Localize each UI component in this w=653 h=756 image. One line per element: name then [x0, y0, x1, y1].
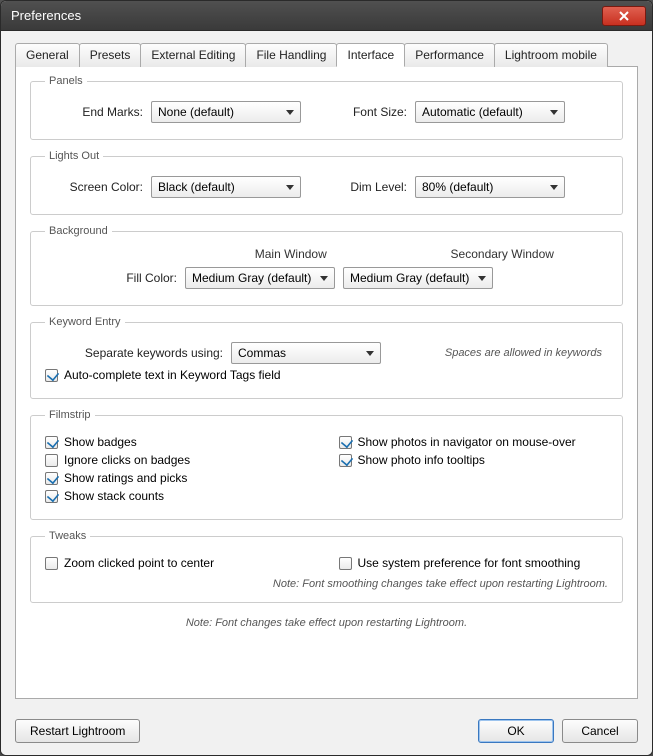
- dim-level-value: 80% (default): [422, 180, 493, 194]
- tweaks-group: Tweaks Zoom clicked point to center Use …: [30, 530, 623, 603]
- screen-color-label: Screen Color:: [45, 180, 143, 194]
- panels-legend: Panels: [45, 75, 87, 87]
- font-size-combo[interactable]: Automatic (default): [415, 101, 565, 123]
- separate-keywords-label: Separate keywords using:: [45, 346, 223, 360]
- keyword-entry-legend: Keyword Entry: [45, 316, 125, 328]
- ok-button[interactable]: OK: [478, 719, 554, 743]
- fill-color-secondary-value: Medium Gray (default): [350, 271, 469, 285]
- screen-color-combo[interactable]: Black (default): [151, 176, 301, 198]
- tab-external-editing[interactable]: External Editing: [140, 43, 246, 67]
- tab-performance[interactable]: Performance: [404, 43, 495, 67]
- tweaks-legend: Tweaks: [45, 530, 90, 542]
- autocomplete-checkbox-row[interactable]: Auto-complete text in Keyword Tags field: [45, 368, 608, 382]
- show-tooltips-checkbox[interactable]: [339, 454, 352, 467]
- secondary-window-header: Secondary Window: [397, 247, 609, 261]
- close-icon: [618, 11, 630, 21]
- tab-general[interactable]: General: [15, 43, 80, 67]
- autocomplete-checkbox[interactable]: [45, 369, 58, 382]
- titlebar: Preferences: [1, 1, 652, 31]
- font-size-value: Automatic (default): [422, 105, 523, 119]
- screen-color-value: Black (default): [158, 180, 235, 194]
- tab-panel-interface: Panels End Marks: None (default) Font Si…: [15, 66, 638, 699]
- lights-out-legend: Lights Out: [45, 150, 103, 162]
- background-legend: Background: [45, 225, 112, 237]
- show-tooltips-label: Show photo info tooltips: [358, 453, 485, 467]
- ignore-clicks-label: Ignore clicks on badges: [64, 453, 190, 467]
- zoom-center-checkbox[interactable]: [45, 557, 58, 570]
- background-group: Background Main Window Secondary Window …: [30, 225, 623, 306]
- show-badges-checkbox[interactable]: [45, 436, 58, 449]
- lights-out-group: Lights Out Screen Color: Black (default)…: [30, 150, 623, 215]
- dim-level-combo[interactable]: 80% (default): [415, 176, 565, 198]
- end-marks-value: None (default): [158, 105, 234, 119]
- show-tooltips-row[interactable]: Show photo info tooltips: [339, 453, 609, 467]
- show-navigator-row[interactable]: Show photos in navigator on mouse-over: [339, 435, 609, 449]
- show-ratings-checkbox[interactable]: [45, 472, 58, 485]
- show-navigator-label: Show photos in navigator on mouse-over: [358, 435, 576, 449]
- end-marks-label: End Marks:: [45, 105, 143, 119]
- font-smoothing-row[interactable]: Use system preference for font smoothing: [339, 556, 609, 570]
- smoothing-note: Note: Font smoothing changes take effect…: [45, 578, 608, 590]
- tab-interface[interactable]: Interface: [336, 43, 405, 67]
- fill-color-main-combo[interactable]: Medium Gray (default): [185, 267, 335, 289]
- tab-row: General Presets External Editing File Ha…: [15, 43, 638, 67]
- preferences-window: Preferences General Presets External Edi…: [0, 0, 653, 756]
- fill-color-label: Fill Color:: [45, 271, 177, 285]
- footer: Restart Lightroom OK Cancel: [1, 709, 652, 755]
- zoom-center-row[interactable]: Zoom clicked point to center: [45, 556, 315, 570]
- font-smoothing-label: Use system preference for font smoothing: [358, 556, 581, 570]
- window-title: Preferences: [11, 8, 602, 23]
- font-smoothing-checkbox[interactable]: [339, 557, 352, 570]
- tab-file-handling[interactable]: File Handling: [245, 43, 337, 67]
- tab-presets[interactable]: Presets: [79, 43, 142, 67]
- dim-level-label: Dim Level:: [347, 180, 407, 194]
- zoom-center-label: Zoom clicked point to center: [64, 556, 214, 570]
- show-stack-counts-checkbox[interactable]: [45, 490, 58, 503]
- filmstrip-legend: Filmstrip: [45, 409, 95, 421]
- ignore-clicks-row[interactable]: Ignore clicks on badges: [45, 453, 315, 467]
- separate-keywords-value: Commas: [238, 346, 286, 360]
- global-note: Note: Font changes take effect upon rest…: [30, 617, 623, 629]
- separate-keywords-combo[interactable]: Commas: [231, 342, 381, 364]
- show-stack-counts-row[interactable]: Show stack counts: [45, 489, 315, 503]
- ignore-clicks-checkbox[interactable]: [45, 454, 58, 467]
- panels-group: Panels End Marks: None (default) Font Si…: [30, 75, 623, 140]
- cancel-button[interactable]: Cancel: [562, 719, 638, 743]
- fill-color-main-value: Medium Gray (default): [192, 271, 311, 285]
- show-badges-row[interactable]: Show badges: [45, 435, 315, 449]
- show-ratings-row[interactable]: Show ratings and picks: [45, 471, 315, 485]
- content-area: General Presets External Editing File Ha…: [1, 31, 652, 709]
- show-stack-counts-label: Show stack counts: [64, 489, 164, 503]
- restart-lightroom-button[interactable]: Restart Lightroom: [15, 719, 140, 743]
- fill-color-secondary-combo[interactable]: Medium Gray (default): [343, 267, 493, 289]
- main-window-header: Main Window: [185, 247, 397, 261]
- show-ratings-label: Show ratings and picks: [64, 471, 187, 485]
- show-badges-label: Show badges: [64, 435, 137, 449]
- show-navigator-checkbox[interactable]: [339, 436, 352, 449]
- spaces-hint: Spaces are allowed in keywords: [389, 347, 608, 359]
- close-button[interactable]: [602, 6, 646, 26]
- tab-lightroom-mobile[interactable]: Lightroom mobile: [494, 43, 608, 67]
- end-marks-combo[interactable]: None (default): [151, 101, 301, 123]
- keyword-entry-group: Keyword Entry Separate keywords using: C…: [30, 316, 623, 399]
- font-size-label: Font Size:: [347, 105, 407, 119]
- autocomplete-label: Auto-complete text in Keyword Tags field: [64, 368, 281, 382]
- filmstrip-group: Filmstrip Show badges Ignore clicks on b…: [30, 409, 623, 520]
